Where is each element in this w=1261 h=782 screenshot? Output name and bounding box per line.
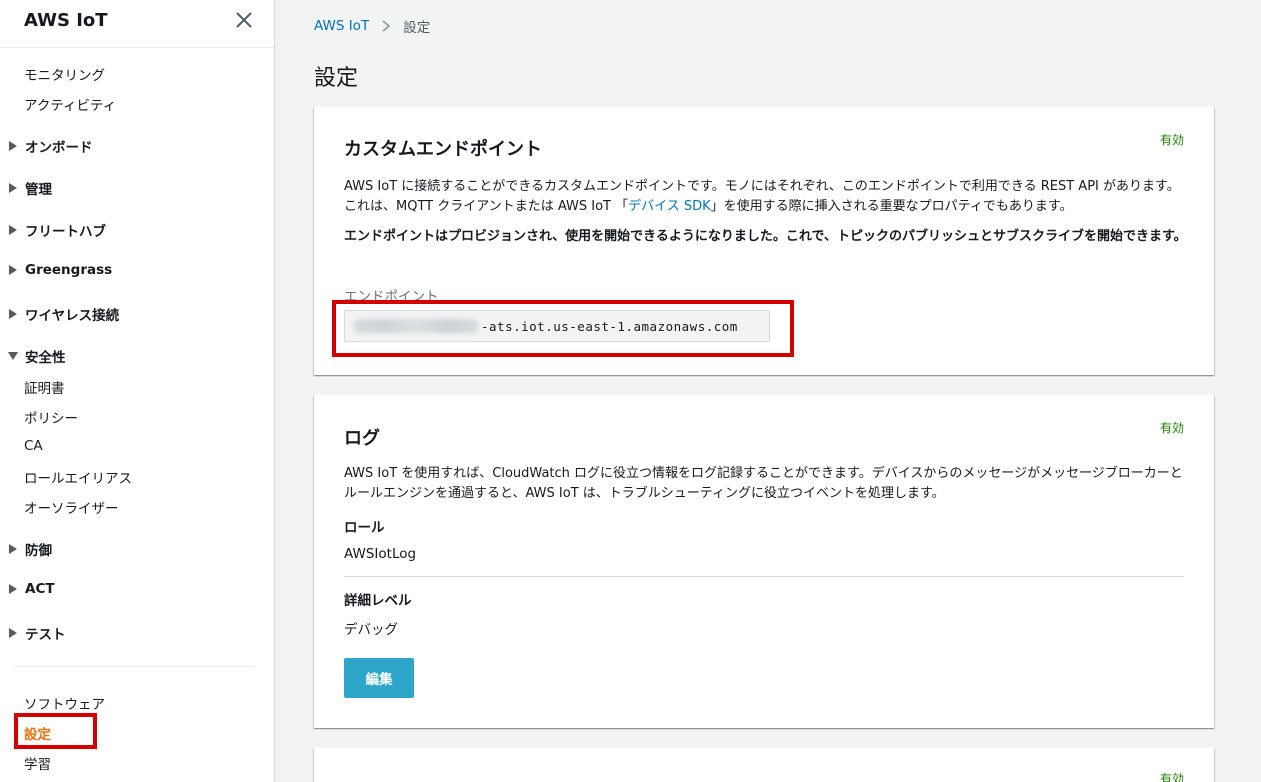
highlight-box-settings [14, 713, 97, 749]
device-sdk-link[interactable]: デバイス SDK [628, 199, 711, 214]
caret-right-icon [8, 309, 18, 319]
sidebar-group-defend[interactable]: 防御 [8, 539, 52, 559]
status-badge: 有効 [1159, 133, 1184, 147]
chevron-right-icon [381, 20, 391, 32]
logs-title: ログ [344, 428, 380, 449]
status-badge: 有効 [1159, 421, 1184, 435]
sidebar-group-wireless[interactable]: ワイヤレス接続 [8, 304, 119, 324]
breadcrumb-root-link[interactable]: AWS IoT [314, 18, 369, 34]
sidebar-group-security[interactable]: 安全性 [8, 346, 66, 366]
sidebar-title: AWS IoT [24, 10, 108, 31]
endpoint-provisioned-note: エンドポイントはプロビジョンされ、使用を開始できるようになりました。これで、トピ… [344, 229, 1187, 244]
sidebar-group-fleet-hub[interactable]: フリートハブ [8, 220, 106, 240]
sidebar-item-ca[interactable]: CA [24, 438, 43, 454]
caret-right-icon [8, 584, 18, 594]
custom-endpoint-description: AWS IoT に接続することができるカスタムエンドポイントです。モノにはそれぞ… [344, 177, 1189, 217]
status-badge: 有効 [1159, 772, 1184, 782]
sidebar-group-manage[interactable]: 管理 [8, 178, 52, 198]
caret-right-icon [8, 183, 18, 193]
description-text: 」を使用する際に挿入される重要なプロパティでもあります。 [710, 199, 1073, 214]
sidebar-group-label: ACT [25, 581, 55, 597]
page-title: 設定 [314, 66, 359, 91]
sidebar-item-authorizers[interactable]: オーソライザー [24, 497, 119, 517]
sidebar-item-policies[interactable]: ポリシー [24, 407, 78, 427]
sidebar-group-label: Greengrass [25, 262, 113, 278]
caret-down-icon [8, 351, 18, 361]
sidebar-group-label: オンボード [25, 140, 93, 156]
sidebar-group-test[interactable]: テスト [8, 623, 66, 643]
sidebar-group-label: 防御 [25, 543, 52, 559]
sidebar-group-label: テスト [25, 627, 66, 643]
role-value: AWSIotLog [344, 546, 417, 562]
logs-description: AWS IoT を使用すれば、CloudWatch ログに役立つ情報をログ記録す… [344, 466, 1183, 501]
sidebar-item-activity[interactable]: アクティビティ [24, 94, 116, 114]
sidebar-group-act[interactable]: ACT [8, 581, 55, 597]
sidebar-header: AWS IoT [0, 0, 274, 48]
sidebar-item-role-aliases[interactable]: ロールエイリアス [24, 467, 132, 487]
sidebar-divider [14, 666, 254, 667]
breadcrumb-current: 設定 [403, 20, 431, 36]
caret-right-icon [8, 265, 18, 275]
sidebar-group-label: フリートハブ [25, 224, 106, 240]
sidebar-group-label: ワイヤレス接続 [25, 308, 120, 324]
caret-right-icon [8, 141, 18, 151]
custom-endpoint-title: カスタムエンドポイント [344, 139, 542, 160]
caret-right-icon [8, 225, 18, 235]
highlight-box-endpoint [332, 300, 794, 357]
caret-right-icon [8, 628, 18, 638]
sidebar: AWS IoT モニタリング アクティビティ オンボード 管理 フリートハブ G… [0, 0, 275, 782]
sidebar-group-onboard[interactable]: オンボード [8, 136, 93, 156]
logs-card: ログ 有効 AWS IoT を使用すれば、CloudWatch ログに役立つ情報… [314, 395, 1214, 728]
sidebar-item-monitoring[interactable]: モニタリング [24, 64, 105, 84]
edit-button[interactable]: 編集 [344, 658, 414, 698]
sidebar-group-greengrass[interactable]: Greengrass [8, 262, 112, 278]
divider [344, 576, 1184, 577]
role-label: ロール [344, 520, 385, 536]
sidebar-item-certificates[interactable]: 証明書 [24, 377, 65, 397]
sidebar-item-software[interactable]: ソフトウェア [24, 693, 105, 713]
breadcrumb: AWS IoT 設定 [314, 16, 430, 36]
close-icon[interactable] [233, 9, 255, 31]
sidebar-item-learn[interactable]: 学習 [24, 753, 51, 773]
sidebar-group-label: 安全性 [25, 350, 66, 366]
level-label: 詳細レベル [344, 593, 412, 609]
sidebar-group-label: 管理 [25, 182, 52, 198]
level-value: デバッグ [344, 622, 398, 638]
third-card: 有効 [314, 748, 1214, 782]
caret-right-icon [8, 544, 18, 554]
